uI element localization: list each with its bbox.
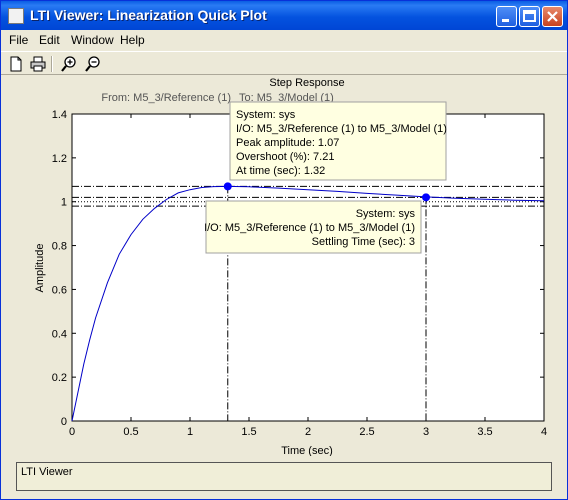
y-tick-label: 0.8 [52, 241, 67, 253]
maximize-icon [523, 10, 536, 22]
datatip-settling-line: System: sys [356, 208, 416, 220]
datatip-settling-line: I/O: M5_3/Reference (1) to M5_3/Model (1… [204, 222, 415, 234]
y-tick-label: 1.4 [52, 109, 67, 121]
print-icon[interactable] [29, 55, 47, 73]
x-tick-label: 3.5 [477, 426, 492, 438]
y-tick-label: 1 [61, 197, 67, 209]
datatip-peak-line: System: sys [236, 109, 296, 121]
menu-help[interactable]: Help [120, 33, 145, 47]
x-tick-label: 4 [541, 426, 547, 438]
menu-bar: File Edit Window Help [1, 30, 567, 50]
zoom-out-icon[interactable] [84, 55, 102, 73]
datatip-peak[interactable]: System: sys I/O: M5_3/Reference (1) to M… [229, 101, 447, 181]
datatip-peak-line: Overshoot (%): 7.21 [236, 151, 334, 163]
toolbar-separator [51, 56, 53, 72]
plot-area: Step Response From: M5_3/Reference (1) T… [1, 76, 567, 457]
zoom-in-icon[interactable] [60, 55, 78, 73]
datatip-peak-line: I/O: M5_3/Reference (1) to M5_3/Model (1… [236, 123, 447, 135]
datatip-peak-line: At time (sec): 1.32 [236, 165, 325, 177]
y-tick-label: 0.4 [52, 328, 67, 340]
y-tick-label: 0.2 [52, 372, 67, 384]
menu-file[interactable]: File [9, 33, 28, 47]
datatip-settling-line: Settling Time (sec): 3 [312, 236, 415, 248]
x-tick-label: 0.5 [123, 426, 138, 438]
x-tick-label: 1.5 [241, 426, 256, 438]
characteristic-point [422, 193, 430, 202]
status-text: LTI Viewer [21, 466, 73, 478]
step-response-chart[interactable]: Step Response From: M5_3/Reference (1) T… [1, 76, 567, 457]
menu-window[interactable]: Window [71, 33, 114, 47]
x-tick-label: 2.5 [359, 426, 374, 438]
y-tick-label: 0.6 [52, 284, 67, 296]
x-tick-label: 0 [69, 426, 75, 438]
x-tick-label: 1 [187, 426, 193, 438]
title-bar[interactable]: LTI Viewer: Linearization Quick Plot [1, 1, 567, 30]
x-tick-label: 3 [423, 426, 429, 438]
datatip-peak-line: Peak amplitude: 1.07 [236, 137, 339, 149]
y-tick-label: 0 [61, 416, 67, 428]
x-axis-label: Time (sec) [281, 445, 333, 456]
minimize-icon [502, 19, 509, 22]
window-title: LTI Viewer: Linearization Quick Plot [30, 7, 267, 23]
chart-title: Step Response [269, 77, 344, 89]
minimize-button[interactable] [496, 6, 517, 27]
maximize-button[interactable] [519, 6, 540, 27]
close-icon [547, 11, 558, 22]
status-bar: LTI Viewer [16, 462, 552, 491]
datatip-settling[interactable]: System: sys I/O: M5_3/Reference (1) to M… [204, 200, 422, 254]
chart-subtitle-from: From: M5_3/Reference (1) [101, 92, 231, 104]
y-axis-label: Amplitude [34, 244, 46, 293]
close-button[interactable] [542, 6, 563, 27]
toolbar [1, 51, 567, 75]
menu-edit[interactable]: Edit [39, 33, 60, 47]
y-tick-label: 1.2 [52, 153, 67, 165]
new-file-icon[interactable] [7, 55, 25, 73]
characteristic-point [223, 182, 232, 191]
lti-viewer-window: LTI Viewer: Linearization Quick Plot Fil… [0, 0, 568, 500]
x-tick-label: 2 [305, 426, 311, 438]
matlab-figure-icon [8, 8, 24, 24]
